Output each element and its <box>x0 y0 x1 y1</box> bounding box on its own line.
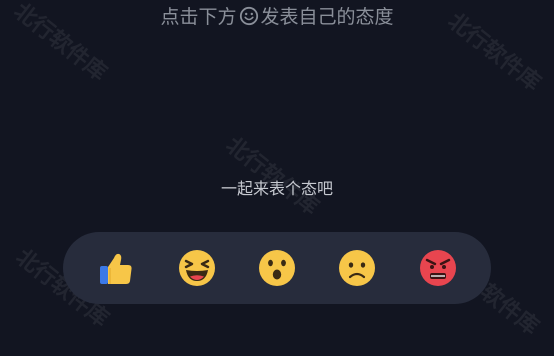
reaction-prompt: 一起来表个态吧 <box>220 179 333 198</box>
watermark: 北行软件库 <box>220 132 323 221</box>
angry-face-icon[interactable] <box>418 248 458 288</box>
hint-text-after: 发表自己的态度 <box>260 6 394 28</box>
surprised-face-icon[interactable] <box>257 248 297 288</box>
laughing-face-icon[interactable] <box>177 248 217 288</box>
reaction-hint: 点击下方 发表自己的态度 <box>0 4 554 30</box>
sad-face-icon[interactable] <box>337 248 377 288</box>
thumbs-up-icon[interactable] <box>96 248 136 288</box>
hint-text-before: 点击下方 <box>160 6 237 28</box>
smile-outline-icon <box>239 6 259 26</box>
